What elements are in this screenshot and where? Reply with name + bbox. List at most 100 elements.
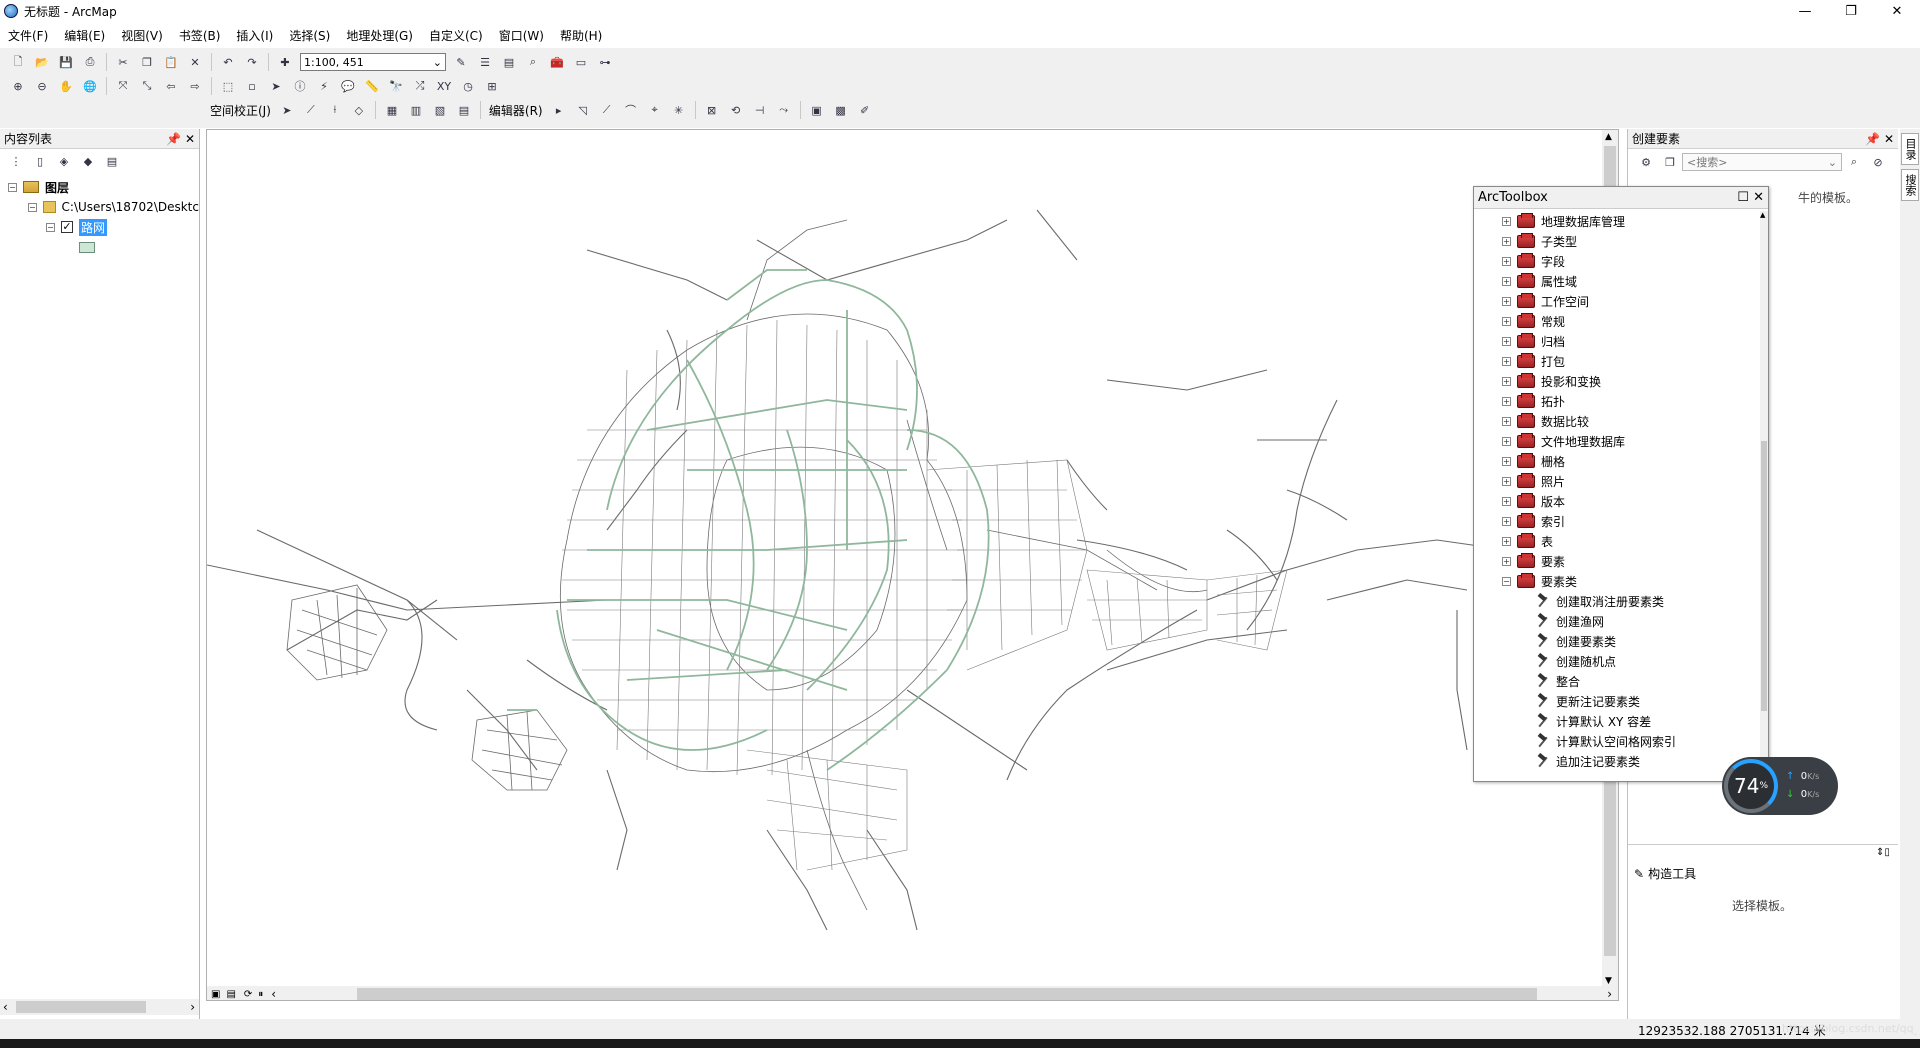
menu-edit[interactable]: 编辑(E) (56, 27, 113, 44)
toolset-item[interactable]: + 表 (1474, 531, 1760, 551)
arctoolbox-scroll-thumb[interactable] (1761, 441, 1767, 711)
select-features-icon[interactable]: ⬚ (218, 76, 238, 96)
menu-view[interactable]: 视图(V) (113, 27, 171, 44)
scroll-left-icon[interactable]: ‹ (271, 987, 276, 1000)
toolset-item[interactable]: + 打包 (1474, 351, 1760, 371)
multiple-link-icon[interactable]: ◇ (349, 100, 369, 120)
full-extent-icon[interactable]: 🌐 (80, 76, 100, 96)
expand-icon[interactable]: + (1502, 336, 1511, 346)
arctoolbox-icon[interactable]: 🧰 (547, 52, 567, 72)
print-icon[interactable]: ⎙ (80, 52, 100, 72)
scroll-right-icon[interactable]: › (1607, 987, 1612, 1000)
html-popup-icon[interactable]: 💬 (338, 76, 358, 96)
expand-icon[interactable]: + (1502, 436, 1511, 446)
delete-icon[interactable]: ✕ (185, 52, 205, 72)
search-icon[interactable]: ⌕ (1844, 152, 1864, 172)
find-icon[interactable]: 🔭 (386, 76, 406, 96)
tree-folder[interactable]: − C:\Users\18702\Desktc (0, 197, 199, 217)
rotate-tool-icon[interactable]: ⟲ (726, 100, 746, 120)
cut-icon[interactable]: ✂ (113, 52, 133, 72)
attribute-transfer-icon[interactable]: ▤ (454, 100, 474, 120)
end-point-arc-icon[interactable]: ⌒ (621, 100, 641, 120)
clear-search-icon[interactable]: ⊘ (1868, 152, 1888, 172)
viewer-window-icon[interactable]: ⊞ (482, 76, 502, 96)
time-slider-icon[interactable]: ◷ (458, 76, 478, 96)
arctoolbox-scrollbar[interactable]: ▲ (1760, 211, 1768, 779)
expand-icon[interactable]: + (1502, 296, 1511, 306)
tool-item[interactable]: 计算默认 XY 容差 (1474, 711, 1760, 731)
tool-item[interactable]: 更新注记要素类 (1474, 691, 1760, 711)
pane-splitter-icons[interactable]: ⇕▯ (1876, 847, 1890, 858)
toolset-item[interactable]: + 常规 (1474, 311, 1760, 331)
expand-icon[interactable]: + (1502, 496, 1511, 506)
collapse-icon[interactable]: − (1502, 576, 1511, 586)
toolset-item[interactable]: + 拓扑 (1474, 391, 1760, 411)
restore-button[interactable]: ❐ (1828, 0, 1874, 22)
save-icon[interactable]: 💾 (56, 52, 76, 72)
undo-icon[interactable]: ↶ (218, 52, 238, 72)
attributes-window-icon[interactable]: ▣ (807, 100, 827, 120)
edit-vertices-icon[interactable]: ▸ (549, 100, 569, 120)
toolset-item[interactable]: + 栅格 (1474, 451, 1760, 471)
trace-icon[interactable]: ⌖ (645, 100, 665, 120)
scale-dropdown[interactable]: 1:100, 451 ⌄ (300, 53, 446, 71)
map-view[interactable]: ▲ ▼ ▣ ▤ ⟳ ⏸ ‹ › (206, 129, 1619, 1001)
spatial-adjustment-menu[interactable]: 空间校正(J) (206, 102, 275, 119)
scroll-down-icon[interactable]: ▼ (1605, 976, 1612, 986)
expand-icon[interactable]: + (1502, 556, 1511, 566)
tool-item[interactable]: 计算默认空间格网索引 (1474, 731, 1760, 751)
expand-icon[interactable]: + (1502, 416, 1511, 426)
pin-icon[interactable]: 📌 (1865, 132, 1880, 146)
paste-icon[interactable]: 📋 (161, 52, 181, 72)
tool-item[interactable]: 创建随机点 (1474, 651, 1760, 671)
layer-name[interactable]: 路网 (79, 218, 108, 236)
split-tool-icon[interactable]: ⊠ (702, 100, 722, 120)
list-by-drawing-order-icon[interactable]: ⋮ (6, 151, 26, 171)
toolset-item[interactable]: + 要素 (1474, 551, 1760, 571)
create-features-icon[interactable]: ✐ (855, 100, 875, 120)
menu-geoprocessing[interactable]: 地理处理(G) (338, 27, 421, 44)
fixed-zoom-in-icon[interactable]: ⤧ (113, 76, 133, 96)
expand-icon[interactable]: + (1502, 376, 1511, 386)
menu-customize[interactable]: 自定义(C) (421, 27, 491, 44)
list-by-selection-icon[interactable]: ◆ (78, 151, 98, 171)
sketch-properties-icon[interactable]: ▩ (831, 100, 851, 120)
expand-icon[interactable]: + (1502, 276, 1511, 286)
arctoolbox-close-icon[interactable]: ✕ (1753, 190, 1764, 205)
template-search-input[interactable]: <搜索> ⌄ (1682, 153, 1842, 171)
toolset-item[interactable]: + 文件地理数据库 (1474, 431, 1760, 451)
map-hscroll-thumb[interactable] (357, 988, 1537, 1000)
collapse-icon[interactable]: − (46, 222, 55, 232)
collapse-icon[interactable]: − (28, 202, 37, 212)
zoom-out-icon[interactable]: ⊖ (32, 76, 52, 96)
select-elements-icon[interactable]: ➤ (266, 76, 286, 96)
toc-window-icon[interactable]: ☰ (475, 52, 495, 72)
tool-item[interactable]: 创建取消注册要素类 (1474, 591, 1760, 611)
tree-root[interactable]: − 图层 (0, 177, 199, 197)
edit-tool-icon[interactable]: ➤ (277, 100, 297, 120)
toolset-item[interactable]: + 照片 (1474, 471, 1760, 491)
map-horizontal-scrollbar[interactable]: ▣ ▤ ⟳ ⏸ ‹ › (207, 986, 1618, 1000)
scroll-thumb[interactable] (16, 1001, 146, 1013)
straight-segment-icon[interactable]: ⟋ (597, 100, 617, 120)
zoom-in-icon[interactable]: ⊕ (8, 76, 28, 96)
toolset-item[interactable]: + 索引 (1474, 511, 1760, 531)
find-route-icon[interactable]: ⤮ (410, 76, 430, 96)
toolset-item[interactable]: + 属性域 (1474, 271, 1760, 291)
pane-close-icon[interactable]: ✕ (1884, 132, 1894, 146)
menu-selection[interactable]: 选择(S) (281, 27, 338, 44)
tool-item[interactable]: 追加注记要素类 (1474, 751, 1760, 771)
clear-selection-icon[interactable]: ▫ (242, 76, 262, 96)
pause-drawing-icon[interactable]: ⏸ (258, 989, 263, 1000)
list-by-source-icon[interactable]: ▯ (30, 151, 50, 171)
toolset-item[interactable]: + 子类型 (1474, 231, 1760, 251)
collapse-icon[interactable]: − (8, 182, 17, 192)
expand-icon[interactable]: + (1502, 216, 1511, 226)
edit-annotation-icon[interactable]: ◹ (573, 100, 593, 120)
toolset-item[interactable]: + 归档 (1474, 331, 1760, 351)
refresh-icon[interactable]: ⟳ (244, 989, 252, 1000)
identify-icon[interactable]: ⓘ (290, 76, 310, 96)
scroll-right-icon[interactable]: › (190, 1000, 195, 1014)
toolset-item[interactable]: + 版本 (1474, 491, 1760, 511)
expand-icon[interactable]: + (1502, 316, 1511, 326)
